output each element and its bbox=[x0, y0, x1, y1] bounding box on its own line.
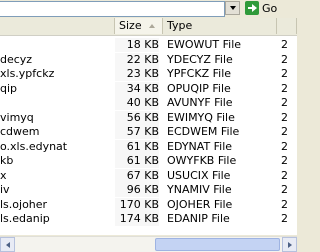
file-type: YNAMIV File bbox=[167, 183, 232, 196]
file-size: 174 KB bbox=[115, 212, 159, 226]
scroll-right-button[interactable] bbox=[282, 237, 297, 252]
file-size: 23 KB bbox=[115, 67, 159, 81]
file-size: 61 KB bbox=[115, 139, 159, 154]
file-date: 2 bbox=[281, 139, 288, 153]
column-header-size-label: Size bbox=[119, 19, 142, 32]
file-row[interactable]: kb 61 KB OWYFKB File 2 bbox=[0, 154, 297, 169]
file-type: EWIMYQ File bbox=[167, 110, 235, 124]
file-row[interactable]: vimyq 56 KB EWIMYQ File 2 bbox=[0, 110, 297, 126]
file-type: YPFCKZ File bbox=[167, 67, 232, 80]
go-label: Go bbox=[262, 1, 278, 15]
file-date: 2 bbox=[281, 212, 288, 225]
file-name: ls.ojoher bbox=[0, 197, 48, 211]
file-list[interactable]: Size Type 18 KB EWOWUT File 2 decyz 22 KB YDE… bbox=[0, 18, 298, 235]
file-row[interactable]: iv 96 KB YNAMIV File 2 bbox=[0, 183, 297, 198]
file-date: 2 bbox=[281, 110, 288, 124]
file-name: cdwem bbox=[0, 125, 40, 138]
file-size: 22 KB bbox=[115, 52, 159, 67]
file-date: 2 bbox=[281, 96, 288, 109]
file-date: 2 bbox=[281, 154, 288, 167]
file-row[interactable]: 18 KB EWOWUT File 2 bbox=[0, 38, 297, 53]
file-type: YDECYZ File bbox=[167, 52, 233, 66]
file-name: iv bbox=[0, 183, 10, 196]
file-name: o.xls.edynat bbox=[0, 139, 68, 153]
file-name: kb bbox=[0, 154, 14, 167]
arrow-right-icon bbox=[287, 241, 292, 248]
scroll-left-button[interactable] bbox=[0, 237, 15, 252]
column-header-size[interactable]: Size bbox=[115, 18, 163, 34]
file-row[interactable]: x 67 KB USUCIX File 2 bbox=[0, 168, 297, 184]
file-type: AVUNYF File bbox=[167, 96, 233, 109]
file-type: USUCIX File bbox=[167, 168, 231, 182]
file-type: OJOHER File bbox=[167, 197, 233, 211]
file-date: 2 bbox=[281, 67, 288, 80]
file-name: decyz bbox=[0, 52, 33, 66]
file-type: OWYFKB File bbox=[167, 154, 237, 167]
file-name: xls.ypfckz bbox=[0, 67, 55, 80]
address-dropdown-button[interactable] bbox=[225, 1, 240, 15]
file-size: 40 KB bbox=[115, 96, 159, 110]
go-arrow-icon bbox=[245, 1, 259, 15]
file-size: 18 KB bbox=[115, 38, 159, 52]
file-size: 61 KB bbox=[115, 154, 159, 168]
file-name: x bbox=[0, 168, 7, 182]
file-size: 170 KB bbox=[115, 197, 159, 212]
file-size: 56 KB bbox=[115, 110, 159, 125]
file-date: 2 bbox=[281, 197, 288, 211]
column-header-name[interactable] bbox=[0, 18, 115, 34]
file-row[interactable]: cdwem 57 KB ECDWEM File 2 bbox=[0, 125, 297, 140]
file-name: ls.edanip bbox=[0, 212, 50, 225]
address-input[interactable] bbox=[0, 1, 225, 17]
file-date: 2 bbox=[281, 125, 288, 138]
file-row[interactable]: ls.edanip 174 KB EDANIP File 2 bbox=[0, 212, 297, 227]
file-row[interactable]: xls.ypfckz 23 KB YPFCKZ File 2 bbox=[0, 67, 297, 82]
sort-ascending-icon bbox=[149, 24, 155, 28]
file-size: 57 KB bbox=[115, 125, 159, 139]
file-type: ECDWEM File bbox=[167, 125, 240, 138]
file-date: 2 bbox=[281, 38, 288, 51]
file-size: 96 KB bbox=[115, 183, 159, 197]
file-row[interactable]: o.xls.edynat 61 KB EDYNAT File 2 bbox=[0, 139, 297, 155]
arrow-left-icon bbox=[5, 241, 10, 248]
chevron-down-icon bbox=[229, 6, 236, 10]
file-row[interactable]: qip 34 KB OPUQIP File 2 bbox=[0, 81, 297, 97]
file-row[interactable]: ls.ojoher 170 KB OJOHER File 2 bbox=[0, 197, 297, 213]
address-bar: Go bbox=[0, 0, 300, 17]
file-name: qip bbox=[0, 81, 18, 95]
file-size: 67 KB bbox=[115, 168, 159, 183]
vertical-scrollbar-edge bbox=[297, 18, 300, 251]
column-headers: Size Type bbox=[0, 18, 297, 36]
file-date: 2 bbox=[281, 81, 288, 95]
file-date: 2 bbox=[281, 183, 288, 196]
file-size: 34 KB bbox=[115, 81, 159, 96]
file-type: OPUQIP File bbox=[167, 81, 231, 95]
file-type: EWOWUT File bbox=[167, 38, 242, 51]
file-row[interactable]: 40 KB AVUNYF File 2 bbox=[0, 96, 297, 111]
file-name: vimyq bbox=[0, 110, 34, 124]
file-type: EDANIP File bbox=[167, 212, 230, 225]
column-header-type[interactable]: Type bbox=[163, 18, 277, 34]
column-header-date[interactable] bbox=[277, 18, 297, 34]
file-date: 2 bbox=[281, 52, 288, 66]
file-type: EDYNAT File bbox=[167, 139, 233, 153]
file-date: 2 bbox=[281, 168, 288, 182]
horizontal-scrollbar[interactable] bbox=[0, 236, 297, 252]
scrollbar-thumb[interactable] bbox=[155, 238, 280, 251]
file-rows: 18 KB EWOWUT File 2 decyz 22 KB YDECYZ File 2 x… bbox=[0, 38, 297, 227]
file-row[interactable]: decyz 22 KB YDECYZ File 2 bbox=[0, 52, 297, 68]
go-button[interactable]: Go bbox=[245, 0, 277, 16]
